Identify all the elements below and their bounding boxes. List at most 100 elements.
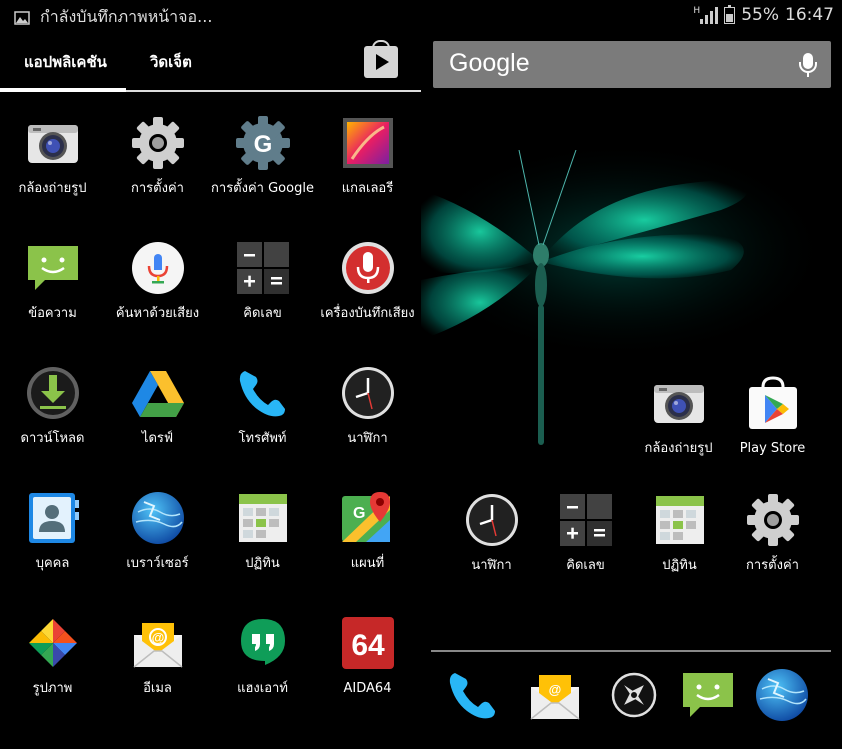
app-clock[interactable]: นาฬิกา [315, 365, 420, 447]
play-store-shortcut-button[interactable] [364, 40, 398, 78]
tab-apps[interactable]: แอปพลิเคชัน [24, 50, 107, 74]
app-label: บุคคล [35, 556, 70, 571]
google-logo: Google [449, 49, 530, 77]
app-label: แกลเลอรี [341, 181, 394, 196]
app-settings[interactable]: การตั้งค่า [105, 115, 210, 197]
app-google-settings[interactable]: G การตั้งค่า Google [210, 115, 315, 197]
dock-phone[interactable] [443, 667, 503, 727]
app-label: ปฏิทิน [245, 556, 280, 571]
signal-icon: H [693, 6, 719, 24]
app-label: การตั้งค่า Google [211, 181, 314, 196]
network-type: H [693, 6, 701, 16]
app-browser[interactable]: เบราว์เซอร์ [105, 490, 210, 572]
voice-search-icon [131, 242, 184, 294]
home-shortcut-settings[interactable]: การตั้งค่า [720, 492, 825, 574]
dock-divider [431, 650, 831, 652]
active-tab-indicator [0, 88, 126, 92]
clock-icon [465, 494, 518, 546]
home-shortcut-camera[interactable]: กล้องถ่ายรูป [626, 375, 731, 457]
notification-area[interactable]: กำลังบันทึกภาพหน้าจอ... [14, 5, 212, 30]
app-email[interactable]: @ อีเมล [105, 615, 210, 697]
app-label: กล้องถ่ายรูป [18, 181, 87, 196]
drawer-tabs: แอปพลิเคชัน วิดเจ็ต [0, 38, 421, 92]
svg-text:G: G [353, 505, 365, 522]
aida64-icon: 64 [341, 617, 394, 669]
app-downloads[interactable]: ดาวน์โหลด [0, 365, 105, 447]
app-label: แผนที่ [350, 556, 385, 571]
svg-text:@: @ [549, 682, 562, 697]
google-settings-icon: G [235, 116, 290, 170]
app-label: การตั้งค่า [746, 558, 799, 573]
browser-globe-icon [756, 669, 808, 721]
battery-icon [724, 4, 736, 24]
app-drawer-icon [611, 672, 657, 718]
app-label: เครื่องบันทึกเสียง [320, 306, 415, 321]
download-icon [26, 367, 79, 419]
status-bar: กำลังบันทึกภาพหน้าจอ... H 55% 16:47 [0, 0, 842, 30]
app-label: Play Store [739, 441, 806, 456]
photos-pinwheel-icon [28, 619, 77, 667]
app-maps[interactable]: G แผนที่ [315, 490, 420, 572]
app-label: ไดรฟ์ [141, 431, 174, 446]
screenshot-icon [14, 10, 30, 25]
app-sound-recorder[interactable]: เครื่องบันทึกเสียง [315, 240, 420, 322]
dock-messaging[interactable] [678, 667, 738, 727]
home-screen: Google กล้องถ่ายรูป Play Store นาฬิกา คิ… [421, 30, 842, 749]
svg-text:@: @ [151, 630, 164, 645]
app-label: ค้นหาด้วยเสียง [115, 306, 200, 321]
app-aida64[interactable]: 64 AIDA64 [315, 615, 420, 697]
email-icon: @ [133, 623, 182, 668]
gallery-icon [342, 118, 393, 168]
home-shortcut-calendar[interactable]: ปฏิทิน [627, 492, 732, 574]
app-label: เบราว์เซอร์ [126, 556, 189, 571]
svg-text:G: G [253, 131, 272, 158]
home-shortcut-clock[interactable]: นาฬิกา [439, 492, 544, 574]
app-messaging[interactable]: ข้อความ [0, 240, 105, 322]
tab-widgets[interactable]: วิดเจ็ต [150, 50, 192, 74]
app-label: โทรศัพท์ [238, 431, 287, 446]
app-voice-search[interactable]: ค้นหาด้วยเสียง [105, 240, 210, 322]
app-contacts[interactable]: บุคคล [0, 490, 105, 572]
app-label: รูปภาพ [32, 681, 73, 696]
dock-email[interactable]: @ [525, 667, 585, 727]
camera-icon [653, 385, 704, 423]
browser-globe-icon [131, 492, 184, 544]
dock-browser[interactable] [752, 667, 812, 727]
app-phone[interactable]: โทรศัพท์ [210, 365, 315, 447]
app-label: ดาวน์โหลด [20, 431, 85, 446]
app-label: ปฏิทิน [662, 558, 697, 573]
dock-app-drawer[interactable] [604, 667, 664, 727]
app-calculator[interactable]: คิดเลข [210, 240, 315, 322]
app-drive[interactable]: ไดรฟ์ [105, 365, 210, 447]
android-screen: กำลังบันทึกภาพหน้าจอ... H 55% 16:47 แอปพ… [0, 0, 842, 749]
calculator-icon [236, 242, 289, 294]
messaging-icon [27, 246, 78, 290]
app-label: คิดเลข [566, 558, 605, 573]
app-label: AIDA64 [343, 681, 392, 696]
app-label: นาฬิกา [471, 558, 512, 573]
app-photos[interactable]: รูปภาพ [0, 615, 105, 697]
battery-percent: 55% [741, 5, 779, 25]
app-label: อีเมล [143, 681, 172, 696]
messaging-icon [683, 673, 733, 717]
play-store-bag-icon [376, 54, 389, 70]
maps-icon: G [341, 492, 390, 542]
app-label: แฮงเอาท์ [237, 681, 288, 696]
phone-icon [449, 673, 495, 719]
svg-text:64: 64 [351, 629, 385, 662]
settings-gear-icon [746, 494, 799, 546]
calculator-icon [559, 494, 612, 546]
app-hangouts[interactable]: แฮงเอาท์ [210, 615, 315, 697]
app-calendar[interactable]: ปฏิทิน [210, 490, 315, 572]
microphone-icon[interactable] [799, 53, 817, 77]
app-gallery[interactable]: แกลเลอรี [315, 115, 420, 197]
hangouts-icon [240, 619, 285, 665]
settings-gear-icon [131, 117, 184, 169]
system-status: H 55% 16:47 [693, 4, 834, 25]
notification-text: กำลังบันทึกภาพหน้าจอ... [40, 7, 213, 26]
app-label: คิดเลข [243, 306, 282, 321]
google-search-bar[interactable]: Google [433, 41, 831, 88]
home-shortcut-play-store[interactable]: Play Store [720, 375, 825, 457]
app-camera[interactable]: กล้องถ่ายรูป [0, 115, 105, 197]
home-shortcut-calculator[interactable]: คิดเลข [533, 492, 638, 574]
